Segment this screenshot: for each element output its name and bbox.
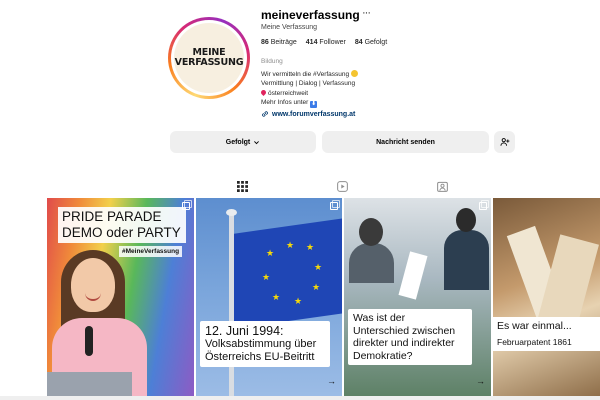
tab-reels[interactable] bbox=[333, 178, 351, 194]
post-caption-line1: 12. Juni 1994: bbox=[205, 324, 284, 338]
post-caption-line2: Februarpatent 1861 bbox=[497, 337, 572, 347]
post-februarpatent[interactable]: Es war einmal... Februarpatent 1861 bbox=[493, 198, 600, 400]
post-democracy[interactable]: Was ist der Unterschied zwischen direkte… bbox=[344, 198, 491, 400]
post-caption-line2: Unterschied zwischen bbox=[353, 324, 456, 337]
person-head bbox=[456, 208, 476, 232]
flag-pole-top bbox=[226, 209, 237, 216]
flag-star: ★ bbox=[272, 292, 281, 302]
grid-icon bbox=[236, 180, 248, 192]
profile-stats: 86 Beiträge 414 Follower 84 Gefolgt bbox=[261, 39, 387, 46]
post-caption-line1: Es war einmal... bbox=[497, 320, 572, 332]
send-message-button[interactable]: Nachricht senden bbox=[322, 131, 489, 153]
post-caption-line4: Demokratie? bbox=[353, 349, 413, 362]
bio-line-3: österreichweit bbox=[259, 88, 358, 98]
following-button[interactable]: Gefolgt bbox=[170, 131, 316, 153]
followers-stat[interactable]: 414 Follower bbox=[306, 39, 346, 46]
username: meineverfassung bbox=[261, 8, 360, 22]
post-caption-box: Was ist der Unterschied zwischen direkte… bbox=[348, 309, 472, 365]
flag-star: ★ bbox=[286, 240, 295, 250]
flag-star: ★ bbox=[312, 282, 321, 292]
person-body bbox=[444, 230, 489, 290]
post-caption-line3: direkter und indirekter bbox=[353, 337, 455, 349]
post-eu-referendum[interactable]: ★ ★ ★ ★ ★ ★ ★ ★ 12. Juni 1994: Volksabst… bbox=[196, 198, 342, 400]
flag-star: ★ bbox=[266, 248, 275, 258]
bio-line-2: Vermittlung | Dialog | Verfassung bbox=[261, 80, 356, 88]
profile-bio: Wir vermitteln die #Verfassung Vermittlu… bbox=[259, 70, 358, 109]
profile-category: Bildung bbox=[261, 58, 283, 65]
arrow-right-icon: → bbox=[327, 376, 336, 386]
microphone-icon bbox=[85, 326, 93, 356]
post-caption-box: 12. Juni 1994: Volksabstimmung über Öste… bbox=[200, 321, 330, 367]
carousel-icon bbox=[479, 200, 489, 210]
flag-star: ★ bbox=[294, 296, 303, 306]
flag-star: ★ bbox=[262, 272, 271, 282]
post-title: PRIDE PARADE DEMO oder PARTY bbox=[58, 207, 186, 243]
post-pride-parade[interactable]: PRIDE PARADE DEMO oder PARTY #MeineVerfa… bbox=[47, 198, 194, 400]
reels-icon bbox=[336, 180, 348, 192]
link-icon bbox=[262, 111, 268, 117]
post-caption-box: Es war einmal... Februarpatent 1861 bbox=[493, 317, 600, 351]
post-caption-line3: Österreichs EU-Beitritt bbox=[205, 351, 315, 363]
chevron-down-icon bbox=[254, 140, 260, 144]
profile-avatar[interactable]: MEINE VERFASSUNG bbox=[168, 17, 250, 99]
smile-emoji-icon bbox=[350, 70, 358, 77]
tab-tagged[interactable] bbox=[433, 178, 451, 194]
post-title-line1: PRIDE PARADE bbox=[62, 209, 162, 224]
posts-stat[interactable]: 86 Beiträge bbox=[261, 39, 297, 46]
arrow-right-icon: → bbox=[476, 376, 485, 386]
tagged-icon bbox=[436, 181, 448, 192]
profile-link[interactable]: www.forumverfassung.at bbox=[261, 110, 355, 118]
suggested-accounts-button[interactable] bbox=[494, 131, 515, 153]
person-body bbox=[349, 243, 394, 283]
next-row-edge bbox=[0, 396, 600, 400]
add-person-icon bbox=[500, 138, 509, 146]
down-arrow-emoji-icon: ⬇ bbox=[310, 101, 318, 109]
post-title-line2: DEMO oder PARTY bbox=[62, 225, 181, 240]
flag-star: ★ bbox=[314, 262, 323, 272]
post-caption-line2: Volksabstimmung über bbox=[205, 338, 317, 350]
pin-emoji-icon bbox=[259, 88, 268, 96]
person-face bbox=[71, 258, 115, 312]
avatar-border: MEINE VERFASSUNG bbox=[171, 20, 247, 96]
bio-line-1: Wir vermitteln die #Verfassung bbox=[261, 70, 358, 79]
flag-star: ★ bbox=[306, 242, 315, 252]
post-hashtag: #MeineVerfassung bbox=[119, 246, 183, 257]
carousel-icon bbox=[182, 200, 192, 210]
avatar-text-line2: VERFASSUNG bbox=[174, 57, 244, 68]
avatar-logo: MEINE VERFASSUNG bbox=[174, 23, 244, 93]
ballot-paper bbox=[398, 251, 428, 300]
eu-flag bbox=[234, 218, 342, 329]
bio-line-4: Mehr Infos unter ⬇ bbox=[261, 99, 318, 109]
post-caption-line1: Was ist der bbox=[353, 312, 406, 324]
person-head bbox=[359, 218, 383, 246]
carousel-icon bbox=[330, 200, 340, 210]
tab-posts[interactable] bbox=[233, 178, 251, 194]
full-name: Meine Verfassung bbox=[261, 24, 318, 31]
more-options-icon[interactable]: ··· bbox=[362, 7, 371, 19]
following-stat[interactable]: 84 Gefolgt bbox=[355, 39, 387, 46]
flag-pole bbox=[229, 213, 234, 400]
